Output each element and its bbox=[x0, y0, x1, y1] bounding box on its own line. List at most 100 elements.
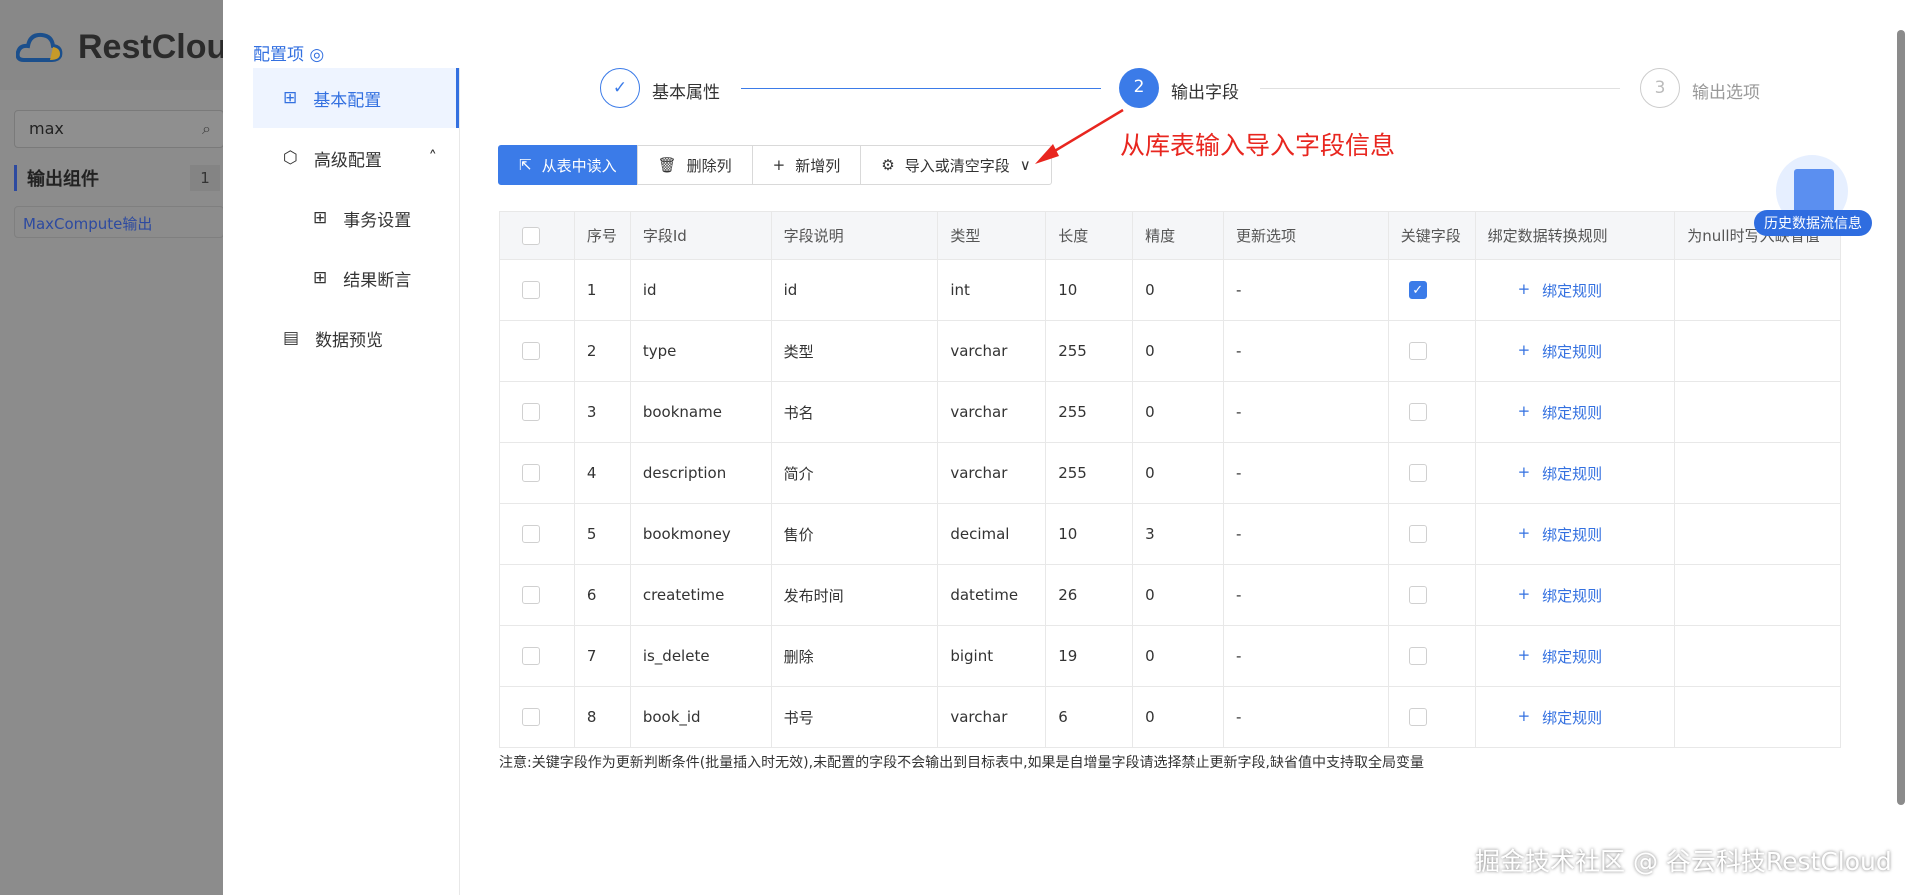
cell-bind-rule[interactable]: + 绑定规则 bbox=[1476, 260, 1676, 320]
cell-update-option[interactable]: - bbox=[1224, 443, 1389, 503]
cell-default-value[interactable] bbox=[1675, 687, 1840, 747]
cell-field-id[interactable]: description bbox=[631, 443, 772, 503]
row-checkbox[interactable] bbox=[522, 342, 540, 360]
row-select-cell[interactable] bbox=[500, 565, 575, 625]
cell-field-id[interactable]: book_id bbox=[631, 687, 772, 747]
cell-bind-rule[interactable]: + 绑定规则 bbox=[1476, 687, 1676, 747]
row-checkbox[interactable] bbox=[522, 281, 540, 299]
cell-type[interactable]: int bbox=[938, 260, 1047, 320]
key-field-checkbox[interactable] bbox=[1408, 403, 1427, 421]
row-checkbox[interactable] bbox=[522, 647, 540, 665]
cell-precision[interactable]: 0 bbox=[1133, 382, 1224, 442]
search-icon[interactable]: ⌕ bbox=[202, 119, 211, 139]
menu-item-assertion[interactable]: ⊞ 结果断言 bbox=[253, 248, 459, 308]
key-field-checkbox[interactable] bbox=[1408, 464, 1427, 482]
cell-update-option[interactable]: - bbox=[1224, 504, 1389, 564]
cell-key-field[interactable] bbox=[1389, 443, 1476, 503]
read-from-table-button[interactable]: ⇱ 从表中读入 bbox=[498, 145, 638, 185]
cell-precision[interactable]: 0 bbox=[1133, 687, 1224, 747]
cell-field-desc[interactable]: 书名 bbox=[772, 382, 939, 442]
cell-precision[interactable]: 0 bbox=[1133, 260, 1224, 320]
cell-field-desc[interactable]: 简介 bbox=[772, 443, 939, 503]
cell-type[interactable]: bigint bbox=[938, 626, 1047, 686]
row-select-cell[interactable] bbox=[500, 687, 575, 747]
cell-precision[interactable]: 0 bbox=[1133, 565, 1224, 625]
cell-precision[interactable]: 0 bbox=[1133, 321, 1224, 381]
cell-type[interactable]: varchar bbox=[938, 382, 1047, 442]
cell-default-value[interactable] bbox=[1675, 504, 1840, 564]
cell-precision[interactable]: 0 bbox=[1133, 443, 1224, 503]
bind-rule-link[interactable]: + 绑定规则 bbox=[1488, 341, 1603, 362]
key-field-checkbox[interactable] bbox=[1408, 342, 1427, 360]
cell-field-desc[interactable]: 类型 bbox=[772, 321, 939, 381]
cell-field-id[interactable]: is_delete bbox=[631, 626, 772, 686]
bind-rule-link[interactable]: + 绑定规则 bbox=[1488, 280, 1603, 301]
bind-rule-link[interactable]: + 绑定规则 bbox=[1488, 524, 1603, 545]
cell-type[interactable]: varchar bbox=[938, 687, 1047, 747]
row-checkbox[interactable] bbox=[522, 464, 540, 482]
menu-item-transaction[interactable]: ⊞ 事务设置 bbox=[253, 188, 459, 248]
row-select-cell[interactable] bbox=[500, 443, 575, 503]
cell-bind-rule[interactable]: + 绑定规则 bbox=[1476, 626, 1676, 686]
cell-bind-rule[interactable]: + 绑定规则 bbox=[1476, 382, 1676, 442]
cell-field-desc[interactable]: 删除 bbox=[772, 626, 939, 686]
component-item[interactable]: MaxCompute输出 bbox=[14, 206, 224, 238]
cell-default-value[interactable] bbox=[1675, 260, 1840, 320]
cell-key-field[interactable]: ✓ bbox=[1389, 260, 1476, 320]
cell-key-field[interactable] bbox=[1389, 626, 1476, 686]
cell-field-desc[interactable]: 书号 bbox=[772, 687, 939, 747]
cell-type[interactable]: varchar bbox=[938, 443, 1047, 503]
menu-item-basic[interactable]: ⊞ 基本配置 bbox=[253, 68, 459, 128]
row-checkbox[interactable] bbox=[522, 403, 540, 421]
bind-rule-link[interactable]: + 绑定规则 bbox=[1488, 585, 1603, 606]
cell-update-option[interactable]: - bbox=[1224, 382, 1389, 442]
bind-rule-link[interactable]: + 绑定规则 bbox=[1488, 707, 1603, 728]
cell-field-id[interactable]: bookmoney bbox=[631, 504, 772, 564]
cell-bind-rule[interactable]: + 绑定规则 bbox=[1476, 565, 1676, 625]
cell-precision[interactable]: 3 bbox=[1133, 504, 1224, 564]
cell-default-value[interactable] bbox=[1675, 565, 1840, 625]
cell-length[interactable]: 10 bbox=[1046, 260, 1134, 320]
cell-type[interactable]: decimal bbox=[938, 504, 1047, 564]
cell-bind-rule[interactable]: + 绑定规则 bbox=[1476, 443, 1676, 503]
cell-length[interactable]: 10 bbox=[1046, 504, 1134, 564]
add-column-button[interactable]: + 新增列 bbox=[751, 145, 862, 185]
key-field-checkbox[interactable]: ✓ bbox=[1408, 281, 1427, 299]
cell-length[interactable]: 255 bbox=[1046, 443, 1134, 503]
cell-update-option[interactable]: - bbox=[1224, 260, 1389, 320]
cell-field-desc[interactable]: id bbox=[772, 260, 939, 320]
cell-field-id[interactable]: id bbox=[631, 260, 772, 320]
cell-update-option[interactable]: - bbox=[1224, 626, 1389, 686]
cell-update-option[interactable]: - bbox=[1224, 321, 1389, 381]
bind-rule-link[interactable]: + 绑定规则 bbox=[1488, 402, 1603, 423]
cell-field-desc[interactable]: 售价 bbox=[772, 504, 939, 564]
cell-length[interactable]: 19 bbox=[1046, 626, 1134, 686]
cell-update-option[interactable]: - bbox=[1224, 565, 1389, 625]
key-field-checkbox[interactable] bbox=[1408, 708, 1427, 726]
select-all-cell[interactable] bbox=[500, 212, 575, 259]
cell-length[interactable]: 255 bbox=[1046, 382, 1134, 442]
cell-update-option[interactable]: - bbox=[1224, 687, 1389, 747]
cell-key-field[interactable] bbox=[1389, 382, 1476, 442]
cell-default-value[interactable] bbox=[1675, 382, 1840, 442]
cell-field-id[interactable]: bookname bbox=[631, 382, 772, 442]
history-dataflow-button[interactable]: 历史数据流信息 bbox=[1754, 155, 1874, 236]
cell-default-value[interactable] bbox=[1675, 626, 1840, 686]
cell-key-field[interactable] bbox=[1389, 504, 1476, 564]
cell-default-value[interactable] bbox=[1675, 321, 1840, 381]
row-checkbox[interactable] bbox=[522, 525, 540, 543]
cell-key-field[interactable] bbox=[1389, 687, 1476, 747]
row-select-cell[interactable] bbox=[500, 626, 575, 686]
delete-column-button[interactable]: 🗑 删除列 bbox=[636, 145, 753, 185]
cell-key-field[interactable] bbox=[1389, 565, 1476, 625]
bind-rule-link[interactable]: + 绑定规则 bbox=[1488, 463, 1603, 484]
cell-default-value[interactable] bbox=[1675, 443, 1840, 503]
menu-item-advanced[interactable]: ⬡ 高级配置 ˄ bbox=[253, 128, 459, 188]
cell-length[interactable]: 26 bbox=[1046, 565, 1134, 625]
cell-field-desc[interactable]: 发布时间 bbox=[772, 565, 939, 625]
row-checkbox[interactable] bbox=[522, 586, 540, 604]
key-field-checkbox[interactable] bbox=[1408, 586, 1427, 604]
cell-bind-rule[interactable]: + 绑定规则 bbox=[1476, 321, 1676, 381]
bind-rule-link[interactable]: + 绑定规则 bbox=[1488, 646, 1603, 667]
row-select-cell[interactable] bbox=[500, 382, 575, 442]
